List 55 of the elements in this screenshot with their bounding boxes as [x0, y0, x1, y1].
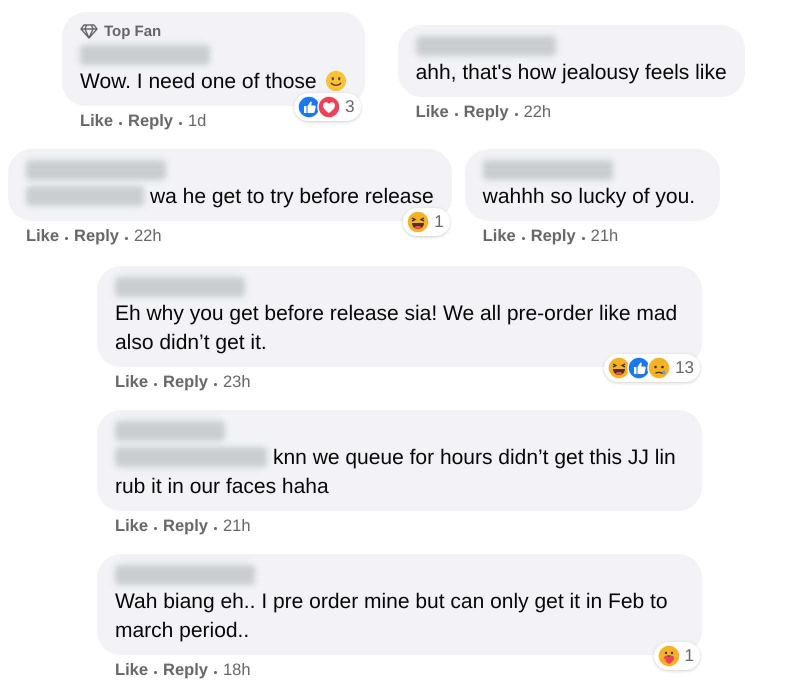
reaction-count: 1 [434, 212, 444, 232]
comment-time: 21h [222, 517, 250, 536]
separator-dot [214, 527, 217, 530]
comment-time: 23h [222, 373, 250, 392]
separator-dot [214, 671, 217, 674]
top-fan-label: Top Fan [104, 22, 162, 40]
like-link[interactable]: Like [26, 227, 60, 246]
comment-text: Eh why you get before release sia! We all pre-order like mad also didn’t get it. [115, 301, 678, 356]
reply-link[interactable]: Reply [163, 517, 208, 536]
laughing-face-icon [406, 210, 430, 234]
like-link[interactable]: Like [416, 103, 449, 122]
separator-dot [65, 237, 68, 240]
comment-text: Wah biang eh.. I pre order mine but can only get it in Feb to march period.. [115, 589, 669, 644]
comment-time: 1d [188, 112, 206, 131]
reply-link[interactable]: Reply [163, 661, 208, 680]
hugging-face-icon [656, 644, 681, 668]
reaction-count-pill[interactable]: 1 [403, 208, 450, 236]
comment-text: ahh, that's how jealousy feels like [416, 60, 727, 86]
diamond-icon [80, 24, 98, 38]
separator-dot [154, 671, 158, 674]
reaction-count: 13 [675, 358, 694, 378]
comment-time: 18h [222, 661, 250, 680]
reply-link[interactable]: Reply [74, 227, 119, 246]
comment-text: Wow. I need one of those [80, 67, 347, 96]
sad-face-icon [647, 356, 672, 380]
like-link[interactable]: Like [115, 373, 148, 392]
comment-time: 22h [134, 227, 162, 246]
reply-link[interactable]: Reply [128, 112, 173, 131]
reaction-count-pill[interactable]: 3 [294, 93, 361, 121]
comment-text: knn we queue for hours didn’t get this JJ lin rub it in our faces haha [115, 443, 684, 501]
separator-dot [124, 237, 128, 240]
reply-link[interactable]: Reply [464, 103, 509, 122]
separator-dot [514, 113, 518, 116]
separator-dot [154, 383, 158, 386]
separator-dot [522, 237, 525, 240]
comment-time: 22h [524, 103, 552, 122]
reaction-count-pill[interactable]: 13 [604, 354, 700, 382]
comment-time: 21h [590, 227, 618, 246]
reaction-count: 3 [345, 97, 355, 117]
separator-dot [582, 237, 585, 240]
separator-dot [119, 122, 122, 125]
like-link[interactable]: Like [80, 112, 114, 131]
separator-dot [178, 122, 182, 125]
like-link[interactable]: Like [115, 661, 148, 680]
reply-link[interactable]: Reply [163, 373, 208, 392]
like-link[interactable]: Like [115, 517, 148, 536]
separator-dot [154, 527, 158, 530]
separator-dot [454, 113, 458, 116]
like-link[interactable]: Like [482, 227, 516, 246]
comment-text: wa he get to try before release [26, 182, 434, 211]
reaction-count-pill[interactable]: 1 [654, 642, 700, 670]
comment-text: wahhh so lucky of you. [482, 184, 696, 210]
separator-dot [214, 383, 217, 386]
reply-link[interactable]: Reply [530, 227, 576, 246]
reaction-count: 1 [684, 646, 694, 666]
